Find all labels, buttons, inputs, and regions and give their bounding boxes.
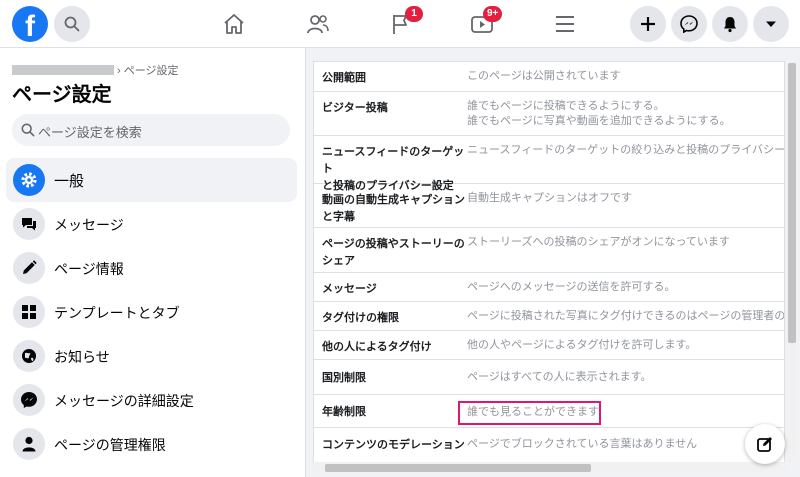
setting-value: このページは公開されています [467, 70, 621, 82]
setting-row-visibility[interactable]: 公開範囲 このページは公開されています [314, 62, 784, 92]
search-icon [64, 16, 80, 32]
setting-value: ストーリーズへの投稿のシェアがオンになっています [467, 236, 730, 248]
setting-label: 年齢制限 [322, 406, 366, 418]
sidebar-item-label: お知らせ [54, 349, 110, 365]
sidebar-item-page-info[interactable]: ページ情報 [6, 246, 297, 290]
sidebar-item-label: メッセージの詳細設定 [54, 393, 194, 409]
settings-search-input[interactable]: ページ設定を検索 [12, 114, 290, 146]
setting-value: ページに投稿された写真にタグ付けできるのはページの管理者のみで [467, 310, 785, 322]
setting-row-news-feed-targeting[interactable]: ニュースフィードのターゲット と投稿のプライバシー設定 ニュースフィードのターゲ… [314, 136, 785, 192]
search-button[interactable] [54, 6, 90, 42]
facebook-logo[interactable]: f [12, 6, 48, 42]
pencil-icon [23, 260, 37, 274]
search-placeholder: ページ設定を検索 [38, 125, 142, 140]
bell-icon [724, 17, 736, 33]
setting-value: ニュースフィードのターゲットの絞り込みと投稿のプライバシー設定に [467, 144, 785, 156]
setting-label: ビジター投稿 [322, 102, 388, 114]
setting-label: コンテンツのモデレーション [322, 439, 465, 451]
setting-row-others-tagging[interactable]: 他の人によるタグ付け 他の人やページによるタグ付けを許可します。 [314, 331, 784, 360]
setting-row-country-restrictions[interactable]: 国別制限 ページはすべての人に表示されます。 [314, 360, 784, 395]
chevron-down-icon [766, 21, 776, 27]
nav-home[interactable] [218, 8, 250, 40]
setting-label: 他の人によるタグ付け [322, 341, 432, 353]
sidebar-item-label: ページ情報 [54, 261, 124, 277]
setting-row-content-moderation[interactable]: コンテンツのモデレーション ページでブロックされている言葉はありません [314, 428, 784, 461]
setting-label: 公開範囲 [322, 72, 366, 84]
grid-icon [22, 305, 36, 319]
pages-badge: 1 [405, 6, 423, 22]
watch-badge: 9+ [483, 6, 503, 22]
vertical-scrollbar[interactable] [786, 61, 798, 462]
chat-icon [22, 218, 36, 231]
sidebar-item-page-roles[interactable]: ページの管理権限 [6, 422, 297, 466]
account-menu-button[interactable] [753, 6, 789, 42]
setting-row-visitor-posts[interactable]: ビジター投稿 誰でもページに投稿できるようにする。 誰でもページに写真や動画を追… [314, 92, 784, 136]
sidebar-item-label: テンプレートとタブ [54, 305, 180, 321]
setting-label: 国別制限 [322, 372, 366, 384]
hamburger-menu-icon [556, 16, 574, 32]
home-icon [224, 14, 244, 34]
horizontal-scrollbar[interactable] [313, 462, 786, 474]
setting-label: タグ付けの権限 [322, 312, 399, 324]
search-icon [21, 123, 35, 137]
highlight-box [458, 401, 601, 425]
sidebar-item-label: メッセージ [54, 217, 124, 233]
settings-sidebar: › ページ設定 ページ設定 ページ設定を検索 一般 メッセージ ページ情報 テン… [0, 48, 306, 477]
nav-watch[interactable]: 9+ [466, 6, 503, 40]
setting-row-tagging-permission[interactable]: タグ付けの権限 ページに投稿された写真にタグ付けできるのはページの管理者のみで [314, 302, 785, 331]
nav-pages[interactable]: 1 [385, 6, 423, 40]
setting-value: ページへのメッセージの送信を許可する。 [467, 281, 676, 293]
breadcrumb[interactable]: › ページ設定 [117, 62, 179, 78]
notifications-button[interactable] [712, 6, 748, 42]
setting-label: メッセージ [322, 283, 377, 295]
new-message-button[interactable] [745, 424, 785, 464]
sidebar-item-label: 一般 [54, 173, 85, 190]
gear-icon [21, 172, 37, 188]
messenger-button[interactable] [671, 6, 707, 42]
sidebar-item-templates-tabs[interactable]: テンプレートとタブ [6, 290, 297, 334]
sidebar-item-messages[interactable]: メッセージ [6, 202, 297, 246]
globe-icon [22, 349, 36, 363]
setting-value: 誰でもページに投稿できるようにする。 誰でもページに写真や動画を追加できるように… [467, 100, 731, 127]
messenger-icon [21, 392, 37, 408]
sidebar-item-label: ページの管理権限 [54, 437, 166, 453]
compose-icon [757, 437, 772, 452]
create-button[interactable] [630, 6, 666, 42]
setting-label: ページの投稿やストーリーの シェア [322, 238, 465, 267]
breadcrumb-redacted-page-name [12, 65, 114, 75]
setting-label: 動画の自動生成キャプション と字幕 [322, 194, 465, 223]
sidebar-item-advanced-messaging[interactable]: メッセージの詳細設定 [6, 378, 297, 422]
setting-value: 他の人やページによるタグ付けを許可します。 [467, 339, 697, 351]
page-title: ページ設定 [12, 84, 112, 106]
top-navigation-bar: f 1 9+ [0, 0, 800, 48]
setting-value: ページはすべての人に表示されます。 [467, 371, 652, 383]
setting-value: 自動生成キャプションはオフです [467, 192, 632, 204]
scrollbar-thumb[interactable] [788, 63, 796, 343]
scrollbar-thumb[interactable] [325, 464, 591, 472]
setting-row-messages[interactable]: メッセージ ページへのメッセージの送信を許可する。 [314, 273, 784, 302]
messenger-icon [680, 15, 698, 33]
sidebar-item-notifications[interactable]: お知らせ [6, 334, 297, 378]
setting-row-auto-captions[interactable]: 動画の自動生成キャプション と字幕 自動生成キャプションはオフです [314, 184, 784, 228]
nav-menu[interactable] [549, 8, 581, 40]
sidebar-item-general[interactable]: 一般 [6, 158, 297, 202]
nav-friends[interactable] [302, 8, 334, 40]
friends-icon [307, 15, 329, 34]
setting-row-story-sharing[interactable]: ページの投稿やストーリーの シェア ストーリーズへの投稿のシェアがオンになってい… [314, 228, 784, 273]
setting-value: ページでブロックされている言葉はありません [467, 438, 698, 450]
person-icon [22, 436, 36, 452]
plus-icon [641, 17, 655, 31]
